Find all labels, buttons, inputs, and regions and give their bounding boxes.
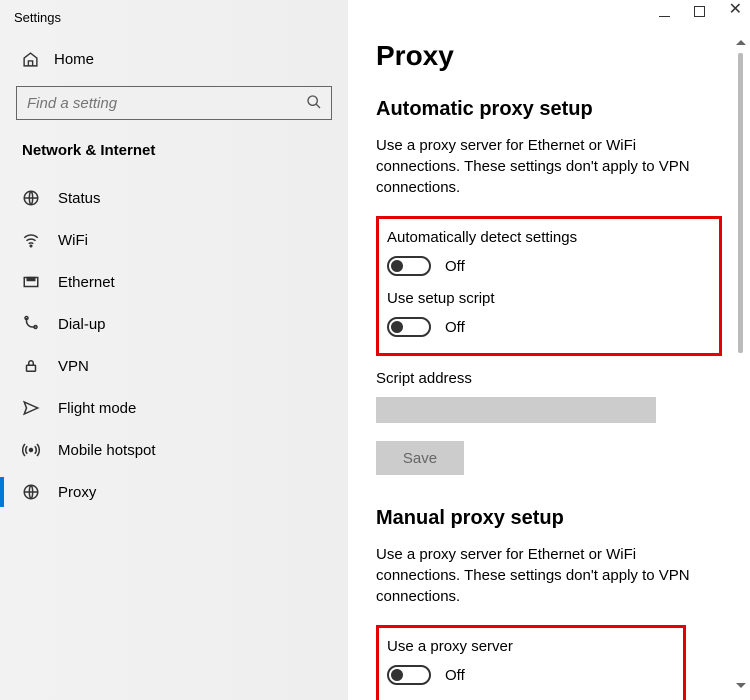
- nav-label: Status: [58, 190, 101, 207]
- nav-label: Dial-up: [58, 316, 106, 333]
- scroll-down-icon[interactable]: [736, 683, 746, 688]
- use-proxy-state: Off: [445, 667, 465, 684]
- auto-detect-toggle[interactable]: [387, 256, 431, 276]
- use-proxy-label: Use a proxy server: [387, 638, 671, 655]
- auto-detect-state: Off: [445, 258, 465, 275]
- use-script-label: Use setup script: [387, 290, 707, 307]
- home-icon: [22, 51, 40, 68]
- wifi-icon: [22, 231, 40, 249]
- sidebar-item-proxy[interactable]: Proxy: [0, 471, 348, 513]
- ethernet-icon: [22, 273, 40, 291]
- auto-detect-label: Automatically detect settings: [387, 229, 707, 246]
- vpn-icon: [22, 357, 40, 375]
- nav-label: Ethernet: [58, 274, 115, 291]
- auto-section-desc: Use a proxy server for Ethernet or WiFi …: [376, 135, 722, 198]
- nav-label: Proxy: [58, 484, 96, 501]
- scrollbar[interactable]: [733, 40, 748, 688]
- nav-label: Flight mode: [58, 400, 136, 417]
- use-script-toggle[interactable]: [387, 317, 431, 337]
- use-proxy-toggle[interactable]: [387, 665, 431, 685]
- nav-label: VPN: [58, 358, 89, 375]
- airplane-icon: [22, 399, 40, 417]
- manual-section-title: Manual proxy setup: [376, 507, 722, 530]
- proxy-icon: [22, 483, 40, 501]
- sidebar-item-hotspot[interactable]: Mobile hotspot: [0, 429, 348, 471]
- app-title: Settings: [0, 0, 348, 43]
- use-script-state: Off: [445, 319, 465, 336]
- script-address-input: [376, 397, 656, 423]
- search-icon: [306, 94, 322, 110]
- nav-label: Mobile hotspot: [58, 442, 156, 459]
- sidebar-item-vpn[interactable]: VPN: [0, 345, 348, 387]
- auto-section-title: Automatic proxy setup: [376, 98, 722, 121]
- home-nav[interactable]: Home: [0, 43, 348, 76]
- search-input[interactable]: [16, 86, 332, 120]
- page-title: Proxy: [376, 40, 722, 72]
- script-address-label: Script address: [376, 370, 722, 387]
- sidebar-item-dialup[interactable]: Dial-up: [0, 303, 348, 345]
- dialup-icon: [22, 315, 40, 333]
- home-label: Home: [54, 51, 94, 68]
- sidebar-item-flight[interactable]: Flight mode: [0, 387, 348, 429]
- category-title: Network & Internet: [0, 138, 348, 177]
- hotspot-icon: [22, 441, 40, 459]
- manual-section-desc: Use a proxy server for Ethernet or WiFi …: [376, 544, 722, 607]
- sidebar-item-ethernet[interactable]: Ethernet: [0, 261, 348, 303]
- save-button: Save: [376, 441, 464, 475]
- status-icon: [22, 189, 40, 207]
- scroll-up-icon[interactable]: [736, 40, 746, 45]
- scroll-thumb[interactable]: [738, 53, 743, 353]
- sidebar-item-wifi[interactable]: WiFi: [0, 219, 348, 261]
- sidebar-item-status[interactable]: Status: [0, 177, 348, 219]
- nav-label: WiFi: [58, 232, 88, 249]
